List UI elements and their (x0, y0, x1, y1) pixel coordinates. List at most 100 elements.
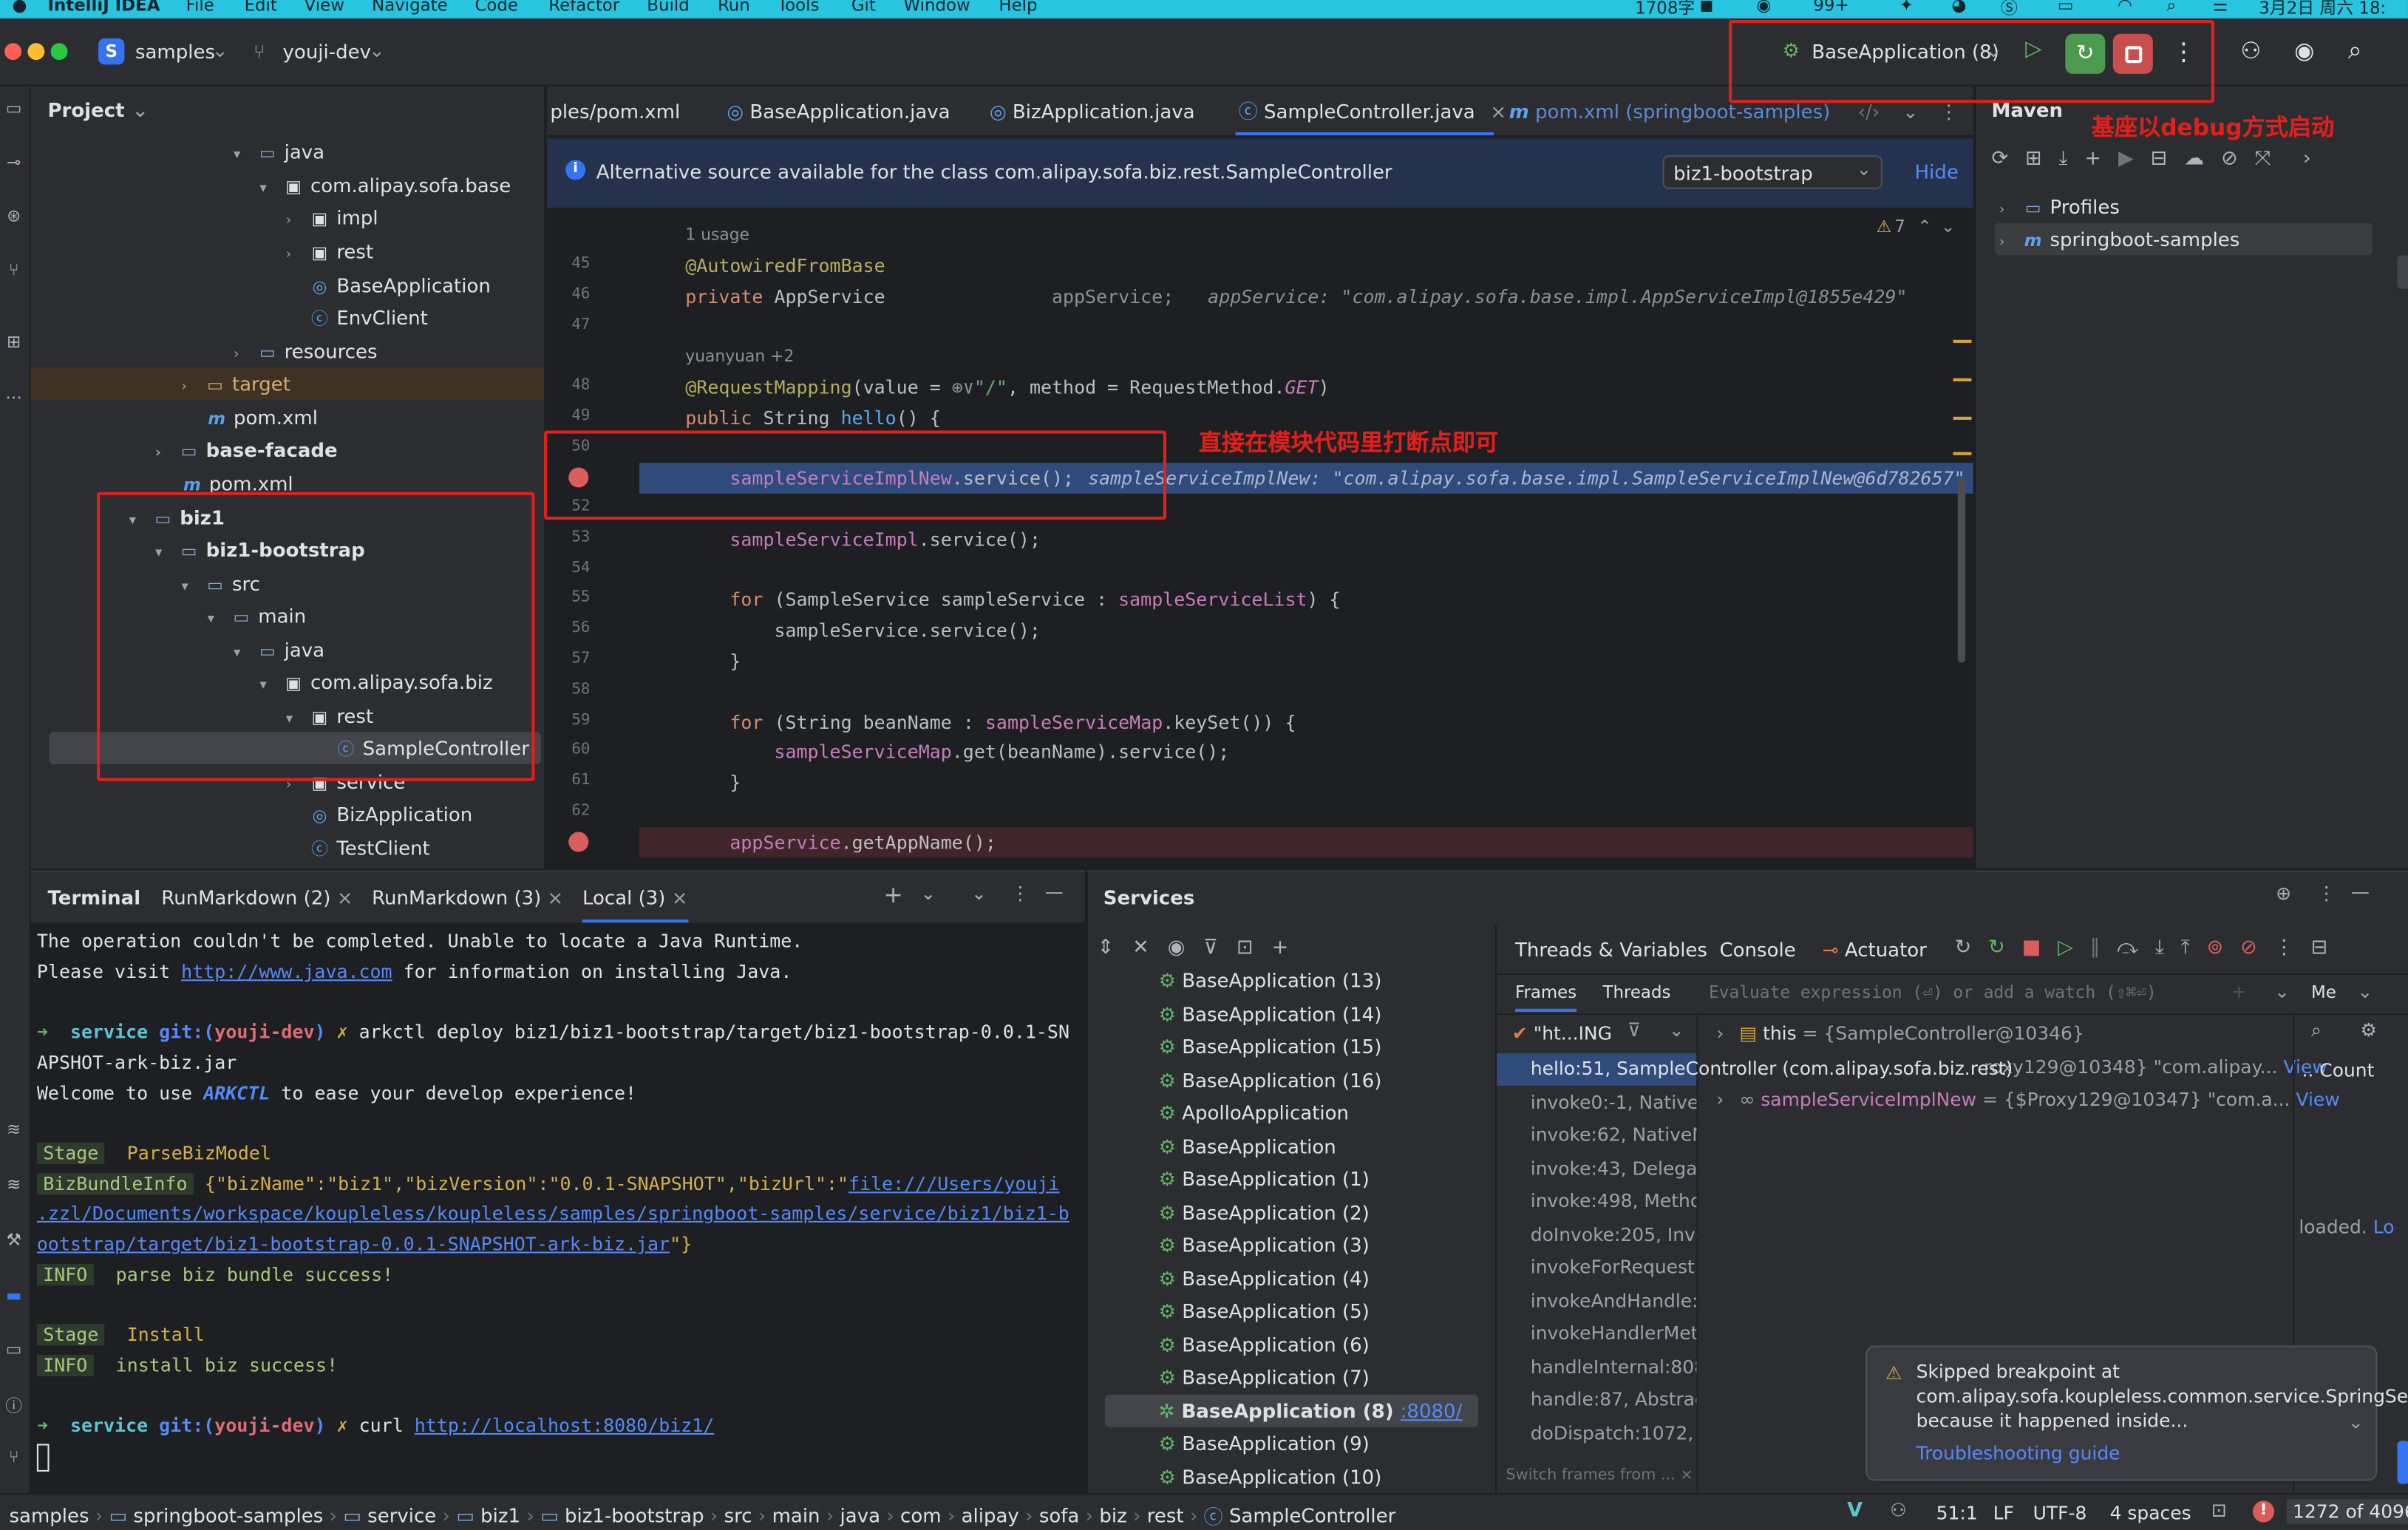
step-over-icon[interactable]: ⤼ (2117, 936, 2138, 959)
chevron-right-icon[interactable]: › (2303, 148, 2311, 171)
breadcrumb-item[interactable]: biz (1099, 1504, 1126, 1527)
skip-tests-icon[interactable]: ⊘ (2221, 148, 2238, 171)
line-separator[interactable]: LF (1993, 1503, 2014, 1524)
wifi-icon[interactable]: ◠ (2118, 0, 2132, 16)
maven-project[interactable]: › m springboot-samples (1999, 223, 2239, 256)
chevron-down-icon[interactable]: ⌄ (2274, 981, 2290, 1002)
rerun-icon[interactable]: ↻ (1955, 936, 1972, 959)
tree-node[interactable]: ▾ ▣ com.alipay.sofa.base (259, 169, 511, 203)
var-row[interactable]: roxy129@10348} "com.alipay... View (1984, 1056, 2327, 1078)
problems-icon[interactable]: ⓘ (3, 1393, 24, 1416)
minimize-window-button[interactable] (27, 43, 45, 61)
tree-node[interactable]: › ▭ target (181, 367, 290, 401)
more-icon[interactable]: ⋮ (1011, 883, 1030, 904)
collapse-icon[interactable]: ⤧ (2255, 148, 2271, 171)
frame-item[interactable]: invoke0:-1, NativeM (1531, 1087, 1697, 1121)
tab-sample-controller[interactable]: ⓒ SampleController.java × (1235, 86, 1506, 136)
menu-refactor[interactable]: Refactor (548, 0, 619, 16)
terminal-tool-icon[interactable]: ▭ (3, 1339, 24, 1361)
memory-tab[interactable]: Me (2311, 982, 2336, 1002)
menu-run[interactable]: Run (718, 0, 750, 16)
menu-edit[interactable]: Edit (245, 0, 277, 16)
tree-node[interactable]: ◎ BizApplication (307, 798, 472, 832)
breadcrumb-item[interactable]: alipay (962, 1504, 1019, 1527)
close-icon[interactable]: × (1490, 100, 1506, 123)
frame-item[interactable]: invokeAndHandle:1 (1531, 1285, 1697, 1319)
menu-code[interactable]: Code (475, 0, 518, 16)
evaluate-input[interactable]: Evaluate expression (⏎) or add a watch (… (1709, 982, 2157, 1002)
lock-icon[interactable]: ⊡ (2211, 1499, 2227, 1520)
services-stack-icon[interactable]: ≋ (3, 1174, 24, 1196)
tree-node[interactable]: › ▭ base-facade (155, 434, 338, 467)
chevron-right-icon[interactable]: › (1716, 1022, 1724, 1044)
ai-assistant-icon[interactable]: ◉ (2294, 37, 2314, 64)
usages-hint[interactable]: 1 usage (685, 226, 749, 245)
tree-node[interactable]: ▾ ▭ java (234, 135, 324, 169)
step-into-icon[interactable]: ⤓ (2155, 936, 2164, 959)
error-icon[interactable]: ! (2252, 1500, 2275, 1523)
menu-tools[interactable]: Tools (778, 0, 819, 16)
offline-icon[interactable]: ☁ (2184, 148, 2204, 171)
new-tab-icon[interactable]: + (883, 881, 902, 908)
zoom-window-button[interactable] (50, 43, 68, 61)
add-folder-icon[interactable]: ⊞ (2025, 148, 2042, 171)
notification-count[interactable]: 99+ (1813, 0, 1848, 16)
file-encoding[interactable]: UTF-8 (2033, 1503, 2087, 1524)
structure-icon[interactable]: ⊞ (3, 332, 24, 353)
breadcrumb-item[interactable]: SampleController (1229, 1504, 1395, 1527)
chevron-right-icon[interactable]: › (286, 240, 307, 273)
tab-base-application[interactable]: ◎ BaseApplication.java (727, 86, 950, 136)
tab-threads[interactable]: Threads (1603, 982, 1671, 1002)
feather-icon[interactable]: ✦ (1899, 0, 1914, 16)
chevron-right-icon[interactable]: › (1999, 228, 2021, 261)
tree-node[interactable]: ◎ BaseApplication (307, 269, 490, 302)
mute-breakpoints-icon[interactable]: ⊘ (2240, 936, 2257, 959)
tab-pom-xml[interactable]: ples/pom.xml (550, 86, 680, 136)
breadcrumb-item[interactable]: biz1 (480, 1504, 520, 1527)
tab-actuator[interactable]: ⊸ Actuator (1823, 938, 1927, 961)
build-icon[interactable]: ⚒ (3, 1230, 24, 1251)
service-item[interactable]: ⚙ BaseApplication (7) (1159, 1361, 1370, 1394)
indent-setting[interactable]: 4 spaces (2110, 1503, 2191, 1524)
menu-app-name[interactable]: IntelliJ IDEA (47, 0, 160, 16)
service-item[interactable]: ⚙ BaseApplication (14) (1159, 998, 1382, 1031)
settings-icon[interactable]: ⚙ (2360, 1019, 2376, 1041)
close-window-button[interactable] (4, 43, 22, 61)
chevron-down-icon[interactable]: ▾ (234, 140, 255, 173)
restart-icon[interactable]: ↻ (1988, 936, 2005, 959)
breadcrumb-item[interactable]: samples (9, 1504, 89, 1527)
ai-icon[interactable]: ⚇ (1890, 1499, 1906, 1520)
debug-tool-icon[interactable]: ▬ (3, 1285, 24, 1307)
chevron-up-icon[interactable]: ⌃ (1917, 217, 1931, 237)
troubleshooting-link[interactable]: Troubleshooting guide (1916, 1442, 2120, 1463)
view-breakpoints-icon[interactable]: ⊚ (2207, 936, 2224, 959)
frame-item-selected[interactable]: hello:51, SampleController (com.alipay.s… (1531, 1053, 2013, 1087)
var-sample-service-impl-new[interactable]: ∞ sampleServiceImplNew = {$Proxy129@1034… (1740, 1089, 2340, 1110)
project-tool-icon[interactable]: ▭ (3, 98, 24, 120)
add-user-icon[interactable]: ⚇ (2240, 37, 2261, 64)
terminal-line[interactable]: .zzl/Documents/workspace/koupleless/koup… (37, 1203, 1069, 1224)
resume-icon[interactable]: ▷ (2058, 936, 2073, 959)
terminal-title[interactable]: Terminal (47, 885, 140, 908)
chevron-down-icon[interactable]: ⌄ (2348, 1412, 2364, 1433)
chevron-down-icon[interactable]: ⌄ (132, 98, 149, 121)
close-icon[interactable]: × (337, 885, 353, 908)
new-service-icon[interactable]: ⊡ (1237, 936, 1254, 959)
more-icon[interactable]: ⋮ (2317, 883, 2336, 904)
maven-profiles[interactable]: › ▭ Profiles (1999, 191, 2120, 224)
chevron-down-icon[interactable]: ⌄ (920, 883, 936, 904)
warnings-indicator[interactable]: ⚠ 7 ⌃ ⌄ (1877, 217, 1956, 237)
close-icon[interactable]: × (672, 885, 688, 908)
s-icon[interactable]: Ⓢ (2001, 0, 2018, 18)
pause-icon[interactable]: ∥ (2090, 936, 2101, 959)
breadcrumb-item[interactable]: rest (1147, 1504, 1184, 1527)
service-item[interactable]: ⚙ BaseApplication (2) (1159, 1197, 1370, 1230)
chevron-right-icon[interactable]: › (286, 206, 307, 239)
frame-item[interactable]: invoke:43, Delegati (1531, 1153, 1697, 1186)
tab-local-3[interactable]: Local (3) × (582, 885, 688, 923)
chevron-right-icon[interactable]: › (1716, 1089, 1724, 1110)
service-item[interactable]: ⚙ BaseApplication (13) (1159, 964, 1382, 997)
tab-frames[interactable]: Frames (1514, 982, 1577, 1012)
project-badge[interactable]: S (98, 38, 125, 65)
service-item[interactable]: ⚙ BaseApplication (1159, 1130, 1336, 1163)
